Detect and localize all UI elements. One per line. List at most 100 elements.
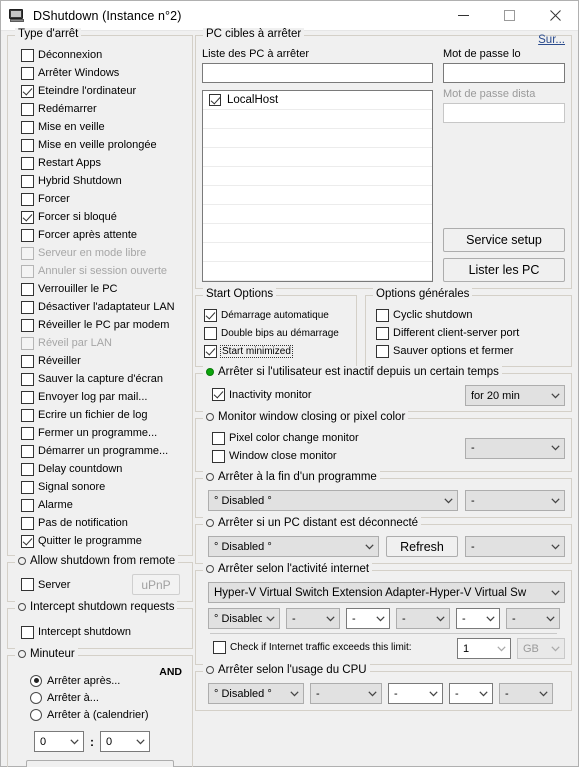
checkbox-box[interactable] [21, 66, 34, 80]
checkbox-box[interactable] [21, 48, 34, 62]
list-pc-button[interactable]: Lister les PC [443, 258, 565, 282]
checkbox-delay-countdown[interactable]: Delay countdown [21, 461, 186, 477]
checkbox-demarrer-un-programme[interactable]: Démarrer un programme... [21, 443, 186, 459]
enable-timer-button[interactable]: Enable Timer [26, 760, 174, 767]
checkbox-signal-sonore[interactable]: Signal sonore [21, 479, 186, 495]
inactivity-duration-dropdown[interactable]: for 20 min [465, 385, 565, 406]
checkbox-box[interactable] [21, 210, 34, 224]
checkbox-forcer-apres-attente[interactable]: Forcer après attente [21, 227, 186, 243]
traffic-amount-dropdown[interactable]: 1 [457, 638, 511, 659]
checkbox-forcer-si-bloque[interactable]: Forcer si bloqué [21, 209, 186, 225]
checkbox-mise-en-veille-prolongee[interactable]: Mise en veille prolongée [21, 137, 186, 153]
checkbox-box[interactable] [21, 354, 34, 368]
service-setup-button[interactable]: Service setup [443, 228, 565, 252]
checkbox-alarme[interactable]: Alarme [21, 497, 186, 513]
checkbox-box[interactable] [21, 138, 34, 152]
radio-button[interactable] [30, 674, 42, 687]
sur-link[interactable]: Sur... [538, 34, 565, 46]
list-item[interactable]: LocalHost [203, 91, 432, 110]
checkbox-box[interactable] [21, 84, 34, 98]
section-marker-icon[interactable] [18, 557, 26, 565]
checkbox-box[interactable] [212, 388, 225, 401]
checkbox-box[interactable] [21, 426, 34, 440]
checkbox-box[interactable] [21, 498, 34, 512]
remote-password-input[interactable] [443, 103, 565, 123]
internet-param-4-dropdown[interactable]: - [396, 608, 450, 629]
section-marker-icon[interactable] [206, 413, 214, 421]
checkbox-box[interactable] [21, 534, 34, 548]
checkbox-forcer[interactable]: Forcer [21, 191, 186, 207]
checkbox-box[interactable] [21, 408, 34, 422]
cpu-param-5-dropdown[interactable]: - [499, 683, 553, 704]
local-password-input[interactable] [443, 63, 565, 83]
checkbox-demarrage-automatique[interactable]: Démarrage automatique [204, 307, 352, 323]
cpu-param-4-dropdown[interactable]: - [449, 683, 493, 704]
minimize-button[interactable] [440, 1, 486, 31]
refresh-button[interactable]: Refresh [386, 536, 458, 557]
internet-param-6-dropdown[interactable]: - [506, 608, 560, 629]
checkbox-box[interactable] [204, 308, 217, 322]
checkbox-box[interactable] [21, 228, 34, 242]
checkbox-redemarrer[interactable]: Redémarrer [21, 101, 186, 117]
checkbox-box[interactable] [21, 578, 34, 591]
checkbox-pixel-color-change-monitor[interactable]: Pixel color change monitor [212, 430, 465, 446]
list-item[interactable] [203, 205, 432, 224]
checkbox-deconnexion[interactable]: Déconnexion [21, 47, 186, 63]
checkbox-box[interactable] [209, 94, 221, 106]
checkbox-box[interactable] [21, 120, 34, 134]
cpu-param-3-dropdown[interactable]: - [388, 683, 443, 704]
remote-pc-extra-dropdown[interactable]: - [465, 536, 565, 557]
internet-param-1-dropdown[interactable]: ° Disabled ° [208, 608, 280, 629]
checkbox-box[interactable] [212, 449, 225, 463]
radio-button[interactable] [30, 691, 42, 704]
internet-adapter-dropdown[interactable]: Hyper-V Virtual Switch Extension Adapter… [208, 582, 565, 603]
checkbox-ecrire-fichier-log[interactable]: Ecrire un fichier de log [21, 407, 186, 423]
end-program-extra-dropdown[interactable]: - [465, 490, 565, 511]
checkbox-box[interactable] [376, 344, 389, 358]
internet-param-3-dropdown[interactable]: - [346, 608, 390, 629]
list-item[interactable] [203, 129, 432, 148]
section-marker-icon[interactable] [18, 650, 26, 658]
checkbox-desactiver-adaptateur-lan[interactable]: Désactiver l'adaptateur LAN [21, 299, 186, 315]
checkbox-different-client-server-port[interactable]: Different client-server port [376, 325, 567, 341]
checkbox-box[interactable] [212, 431, 225, 445]
list-item[interactable] [203, 110, 432, 129]
pc-filter-input[interactable] [202, 63, 433, 83]
pc-listbox[interactable]: LocalHost [202, 90, 433, 282]
section-marker-icon[interactable] [206, 666, 214, 674]
list-item[interactable] [203, 167, 432, 186]
checkbox-box[interactable] [21, 300, 34, 314]
checkbox-box[interactable] [21, 462, 34, 476]
checkbox-box[interactable] [21, 192, 34, 206]
checkbox-cyclic-shutdown[interactable]: Cyclic shutdown [376, 307, 567, 323]
checkbox-double-bips-au-demarrage[interactable]: Double bips au démarrage [204, 325, 352, 341]
checkbox-reveiller-pc-par-modem[interactable]: Réveiller le PC par modem [21, 317, 186, 333]
list-item[interactable] [203, 148, 432, 167]
checkbox-verrouiller-le-pc[interactable]: Verrouiller le PC [21, 281, 186, 297]
checkbox-envoyer-log-par-mail[interactable]: Envoyer log par mail... [21, 389, 186, 405]
checkbox-sauver-options-et-fermer[interactable]: Sauver options et fermer [376, 343, 567, 359]
list-item[interactable] [203, 243, 432, 262]
checkbox-quitter-le-programme[interactable]: Quitter le programme [21, 533, 186, 549]
checkbox-box[interactable] [21, 516, 34, 530]
checkbox-box[interactable] [21, 282, 34, 296]
section-marker-icon[interactable] [206, 565, 214, 573]
monitor-window-dropdown[interactable]: - [465, 437, 565, 459]
checkbox-restart-apps[interactable]: Restart Apps [21, 155, 186, 171]
list-item[interactable] [203, 224, 432, 243]
remote-pc-dropdown[interactable]: ° Disabled ° [208, 536, 379, 557]
internet-param-2-dropdown[interactable]: - [286, 608, 340, 629]
checkbox-box[interactable] [213, 641, 226, 654]
checkbox-intercept-shutdown[interactable]: Intercept shutdown [21, 624, 186, 640]
checkbox-box[interactable] [21, 318, 34, 332]
checkbox-server[interactable]: Server [21, 577, 132, 593]
checkbox-arreter-windows[interactable]: Arrêter Windows [21, 65, 186, 81]
checkbox-box[interactable] [204, 326, 217, 340]
section-marker-icon[interactable] [206, 368, 214, 376]
checkbox-box[interactable] [21, 372, 34, 386]
checkbox-box[interactable] [204, 344, 217, 358]
close-button[interactable] [532, 1, 578, 31]
checkbox-box[interactable] [21, 444, 34, 458]
section-marker-icon[interactable] [206, 473, 214, 481]
checkbox-box[interactable] [376, 326, 389, 340]
